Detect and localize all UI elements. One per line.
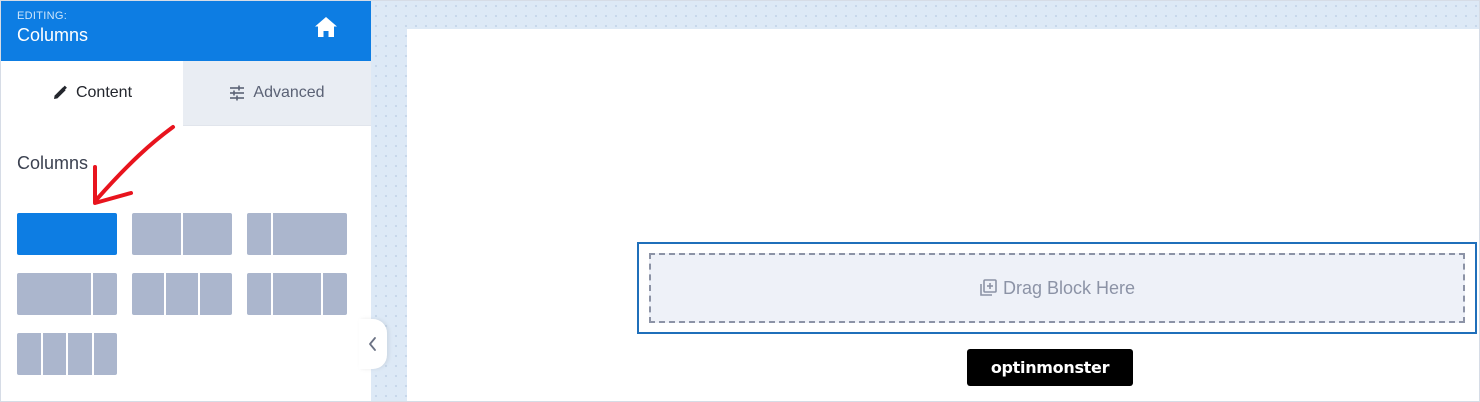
layout-option-quarter-threequarter[interactable] [247, 213, 347, 255]
sliders-icon [229, 85, 245, 101]
tab-advanced-label: Advanced [253, 84, 325, 101]
add-block-icon [979, 279, 997, 297]
pencil-icon [52, 85, 68, 101]
campaign-page: Drag Block Here optinmonster [407, 29, 1479, 401]
tab-content[interactable]: Content [1, 61, 183, 125]
sidebar-header: EDITING: Columns [1, 1, 371, 61]
editing-label: EDITING: [17, 10, 68, 22]
layout-option-quarter-half-quarter[interactable] [247, 273, 347, 315]
sidebar: EDITING: Columns Content Advanced Column… [1, 1, 371, 401]
tab-advanced[interactable]: Advanced [183, 61, 371, 126]
optinmonster-badge[interactable]: optinmonster [967, 349, 1133, 386]
columns-section-label: Columns [17, 153, 89, 173]
app-frame: EDITING: Columns Content Advanced Column… [0, 0, 1480, 402]
tab-content-label: Content [75, 84, 133, 101]
columns-block[interactable]: Drag Block Here [637, 242, 1477, 334]
drag-block-drop-zone[interactable]: Drag Block Here [649, 253, 1465, 323]
drop-zone-label: Drag Block Here [1002, 277, 1136, 298]
chevron-left-icon [369, 337, 376, 351]
editor-canvas: Drag Block Here optinmonster [371, 1, 1479, 401]
home-icon [315, 17, 337, 37]
layout-option-1-column[interactable] [17, 213, 117, 255]
sidebar-tabs: Content Advanced [1, 61, 371, 126]
home-button[interactable] [309, 13, 343, 43]
layout-option-4-equal[interactable] [17, 333, 117, 375]
collapse-sidebar-button[interactable] [359, 319, 387, 369]
layout-option-2-equal[interactable] [132, 213, 232, 255]
layout-option-threequarter-quarter[interactable] [17, 273, 117, 315]
layout-option-3-equal[interactable] [132, 273, 232, 315]
annotation-arrow-icon [93, 125, 175, 205]
editing-title: Columns [17, 25, 89, 45]
